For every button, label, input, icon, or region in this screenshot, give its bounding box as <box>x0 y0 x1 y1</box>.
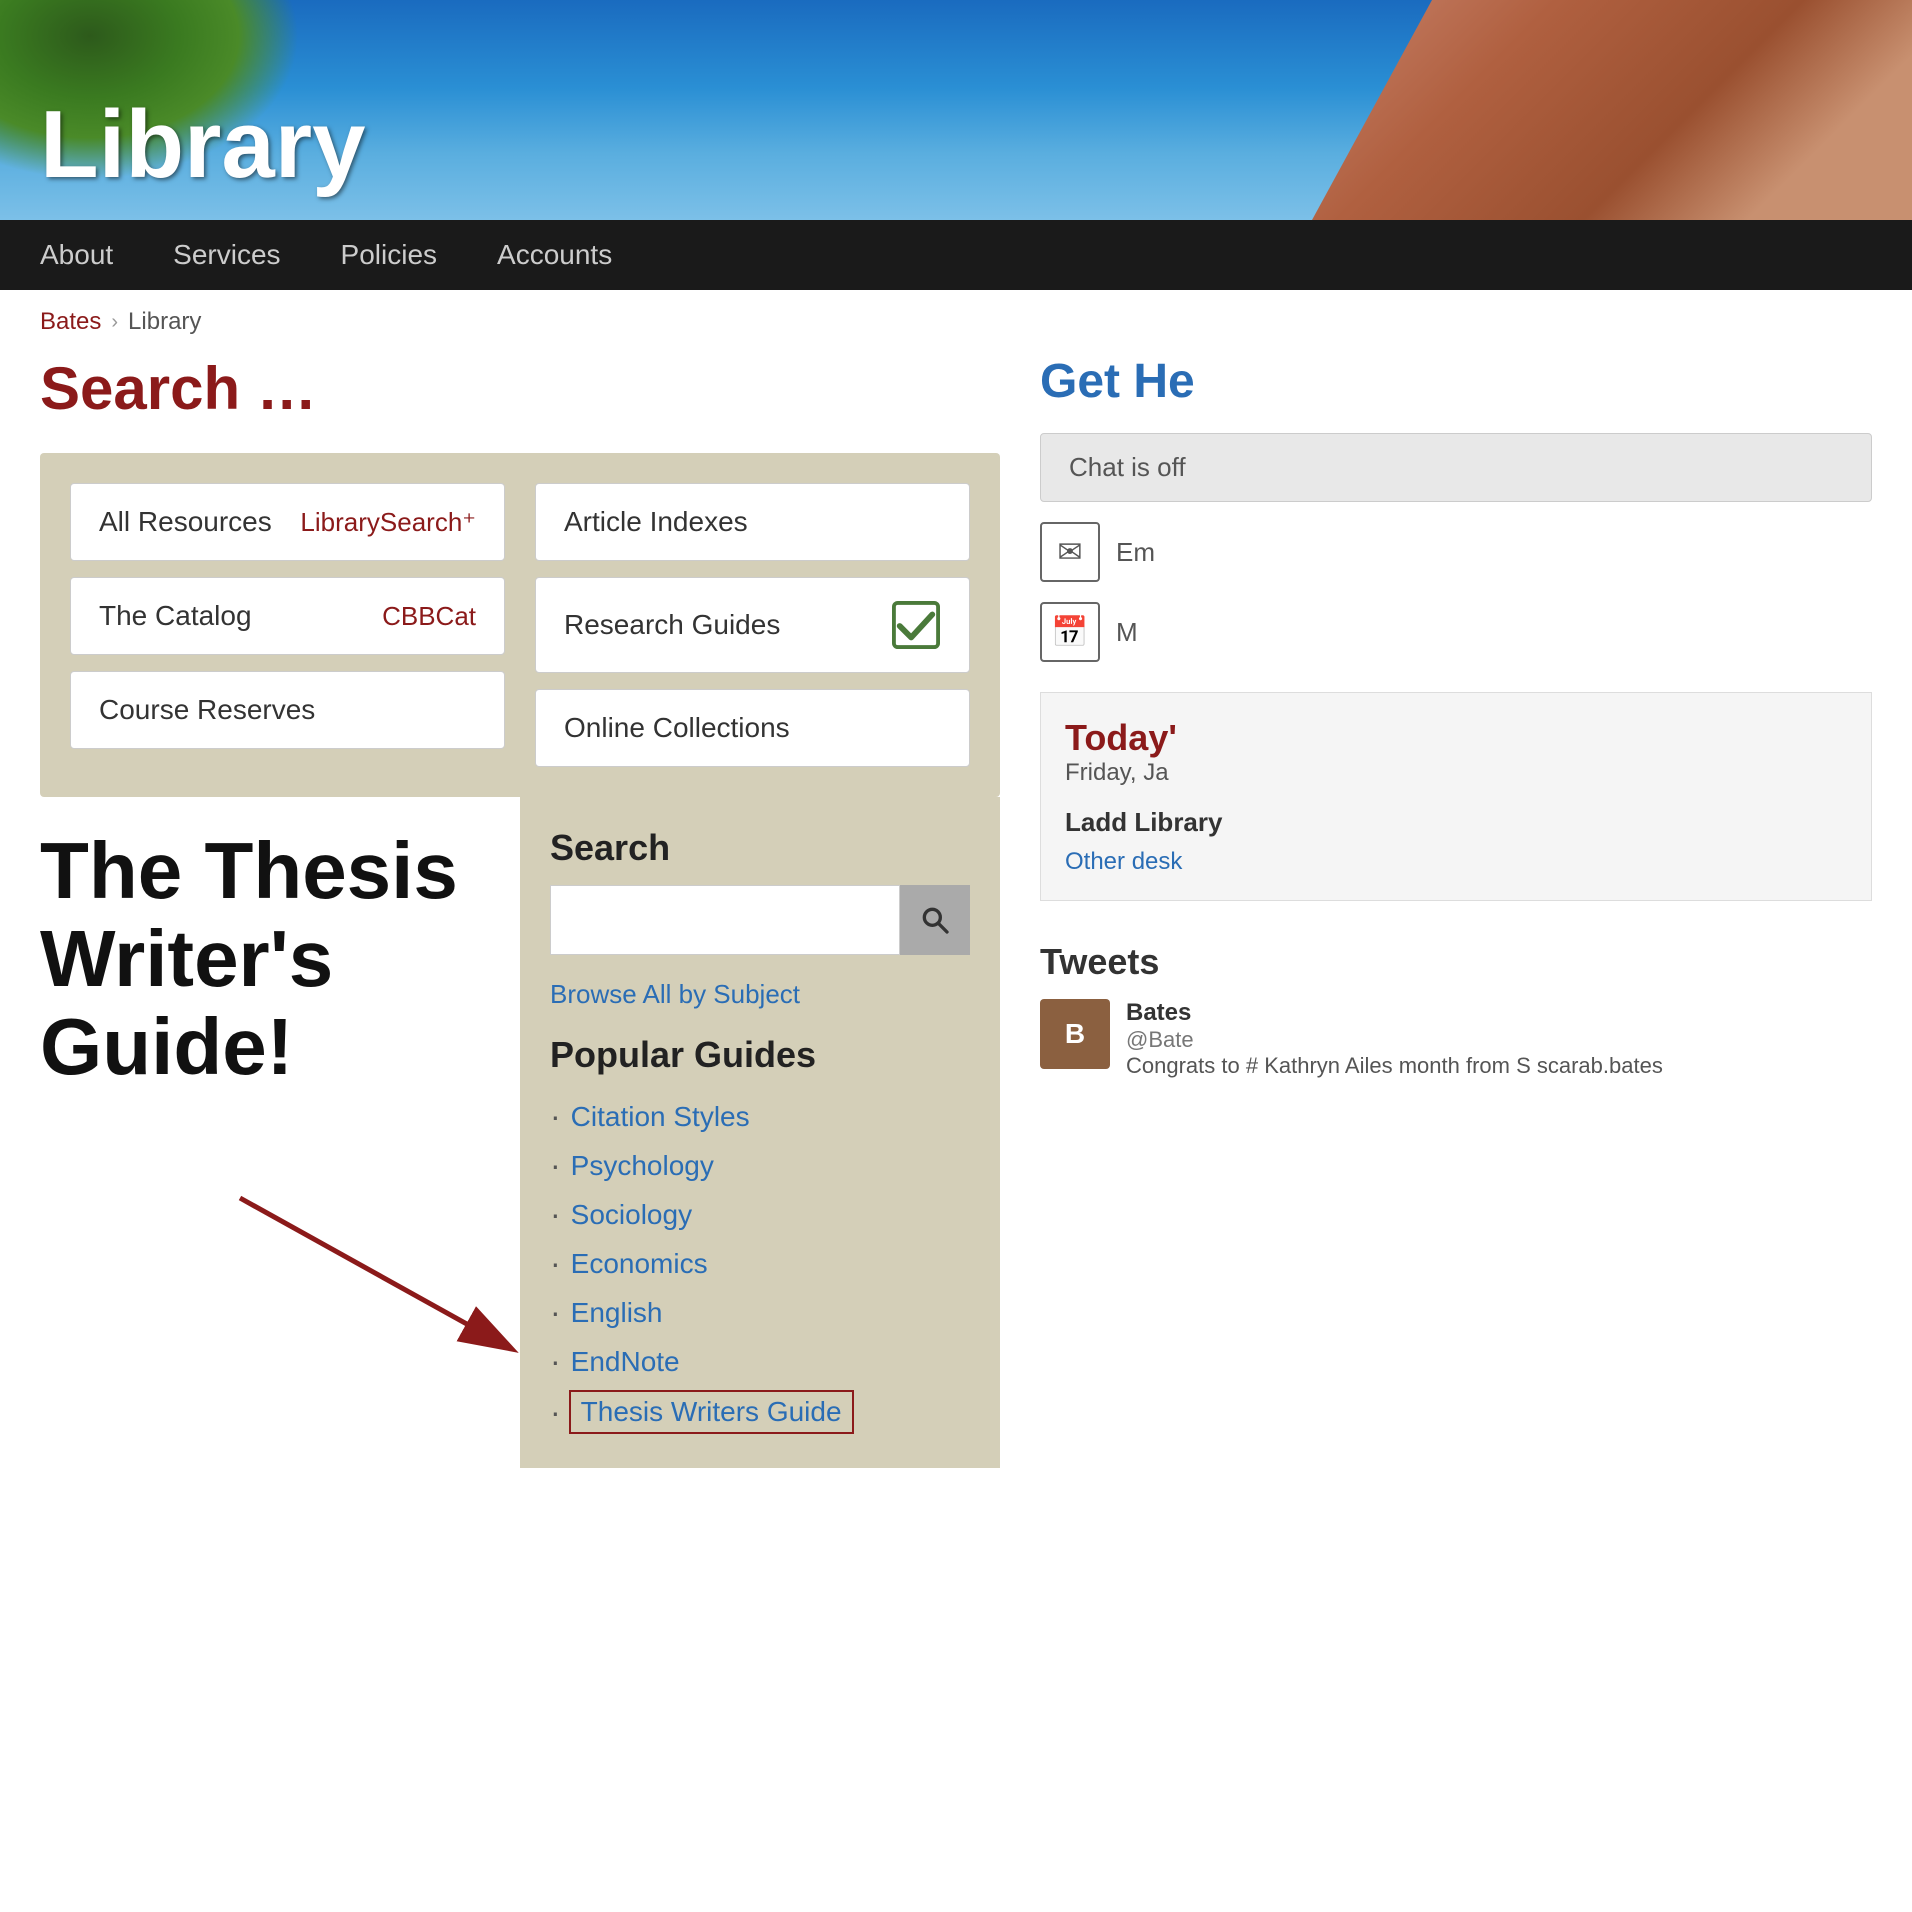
search-heading: Search … <box>40 354 1000 423</box>
search-column-right: Article Indexes Research Guides Online C… <box>535 483 970 767</box>
list-item: Sociology <box>550 1190 970 1239</box>
calendar-icon: 📅 <box>1040 602 1100 662</box>
list-item-highlighted: Thesis Writers Guide <box>550 1386 970 1438</box>
guide-psychology[interactable]: Psychology <box>571 1150 714 1182</box>
main-content: Search … All Resources LibrarySearch⁺ Th… <box>0 354 1912 1468</box>
breadcrumb-separator: › <box>111 311 118 334</box>
cbbcat-link[interactable]: CBBCat <box>382 601 476 632</box>
help-icons: ✉ Em 📅 M <box>1040 522 1872 662</box>
tweet-avatar: B <box>1040 999 1110 1069</box>
search-button[interactable] <box>900 885 970 955</box>
breadcrumb-bates[interactable]: Bates <box>40 308 101 336</box>
nav-policies[interactable]: Policies <box>341 231 437 279</box>
guide-endnote[interactable]: EndNote <box>571 1346 680 1378</box>
search-option-research-guides[interactable]: Research Guides <box>535 577 970 673</box>
guide-sociology[interactable]: Sociology <box>571 1199 692 1231</box>
get-help-heading: Get He <box>1040 354 1872 409</box>
popular-guides-heading: Popular Guides <box>550 1034 970 1076</box>
guide-list: Citation Styles Psychology Sociology Eco… <box>550 1092 970 1438</box>
breadcrumb: Bates › Library <box>0 290 1912 354</box>
list-item: EndNote <box>550 1337 970 1386</box>
nav-services[interactable]: Services <box>173 231 280 279</box>
research-guides-panel: Search Browse All by Subject Popular Gui… <box>520 797 1000 1468</box>
tweets-heading: Tweets <box>1040 941 1872 983</box>
tweets-section: Tweets B Bates @Bate Congrats to # Kathr… <box>1040 931 1872 1079</box>
search-input-row <box>550 885 970 955</box>
guide-thesis-writers[interactable]: Thesis Writers Guide <box>571 1392 852 1432</box>
calendar-label: M <box>1116 617 1138 648</box>
annotation-text: The Thesis Writer's Guide! <box>40 827 490 1091</box>
site-title: Library <box>40 90 365 200</box>
today-section: Today' Friday, Ja Ladd Library Other des… <box>1040 692 1872 901</box>
breadcrumb-current: Library <box>128 308 201 336</box>
search-option-article-indexes[interactable]: Article Indexes <box>535 483 970 561</box>
tweet-text: Congrats to # Kathryn Ailes month from S… <box>1126 1053 1663 1079</box>
tweet-name: Bates <box>1126 999 1663 1027</box>
tweet-content: Bates @Bate Congrats to # Kathryn Ailes … <box>1126 999 1663 1079</box>
research-guides-checkbox <box>891 600 941 650</box>
left-section: Search … All Resources LibrarySearch⁺ Th… <box>40 354 1000 1468</box>
today-date: Friday, Ja <box>1065 759 1847 787</box>
building-decoration <box>1312 0 1912 220</box>
annotation-area: The Thesis Writer's Guide! <box>40 797 490 1468</box>
page-wrapper: Library About Services Policies Accounts… <box>0 0 1912 1468</box>
nav-accounts[interactable]: Accounts <box>497 231 612 279</box>
chat-button[interactable]: Chat is off <box>1040 433 1872 502</box>
library-search-link[interactable]: LibrarySearch⁺ <box>300 507 476 538</box>
today-heading: Today' <box>1065 717 1847 759</box>
other-desks: Other desk <box>1065 848 1847 876</box>
guide-economics[interactable]: Economics <box>571 1248 708 1280</box>
online-collections-label: Online Collections <box>564 712 790 744</box>
tweet-row: B Bates @Bate Congrats to # Kathryn Aile… <box>1040 999 1872 1079</box>
list-item: Citation Styles <box>550 1092 970 1141</box>
search-input[interactable] <box>550 885 900 955</box>
search-column-left: All Resources LibrarySearch⁺ The Catalog… <box>70 483 505 767</box>
search-panel-label: Search <box>550 827 970 869</box>
list-item: English <box>550 1288 970 1337</box>
search-option-course-reserves[interactable]: Course Reserves <box>70 671 505 749</box>
research-guides-label: Research Guides <box>564 609 780 641</box>
article-indexes-label: Article Indexes <box>564 506 748 538</box>
annotation-line1: The Thesis <box>40 826 458 915</box>
list-item: Psychology <box>550 1141 970 1190</box>
header-banner: Library <box>0 0 1912 220</box>
location-name: Ladd Library <box>1065 807 1847 838</box>
navigation-bar: About Services Policies Accounts <box>0 220 1912 290</box>
guide-citation-styles[interactable]: Citation Styles <box>571 1101 750 1133</box>
annotation-line2: Writer's Guide! <box>40 914 333 1091</box>
browse-all-link[interactable]: Browse All by Subject <box>550 979 970 1010</box>
list-item: Economics <box>550 1239 970 1288</box>
catalog-label: The Catalog <box>99 600 252 632</box>
email-label: Em <box>1116 537 1155 568</box>
search-option-catalog[interactable]: The Catalog CBBCat <box>70 577 505 655</box>
search-option-online-collections[interactable]: Online Collections <box>535 689 970 767</box>
search-option-all-resources[interactable]: All Resources LibrarySearch⁺ <box>70 483 505 561</box>
email-row: ✉ Em <box>1040 522 1872 582</box>
calendar-row: 📅 M <box>1040 602 1872 662</box>
nav-about[interactable]: About <box>40 231 113 279</box>
tweet-handle: @Bate <box>1126 1027 1663 1053</box>
course-reserves-label: Course Reserves <box>99 694 315 726</box>
guide-english[interactable]: English <box>571 1297 663 1329</box>
right-sidebar: Get He Chat is off ✉ Em 📅 M Today' Frida… <box>1040 354 1872 1468</box>
email-icon: ✉ <box>1040 522 1100 582</box>
all-resources-label: All Resources <box>99 506 272 538</box>
search-boxes-container: All Resources LibrarySearch⁺ The Catalog… <box>40 453 1000 797</box>
